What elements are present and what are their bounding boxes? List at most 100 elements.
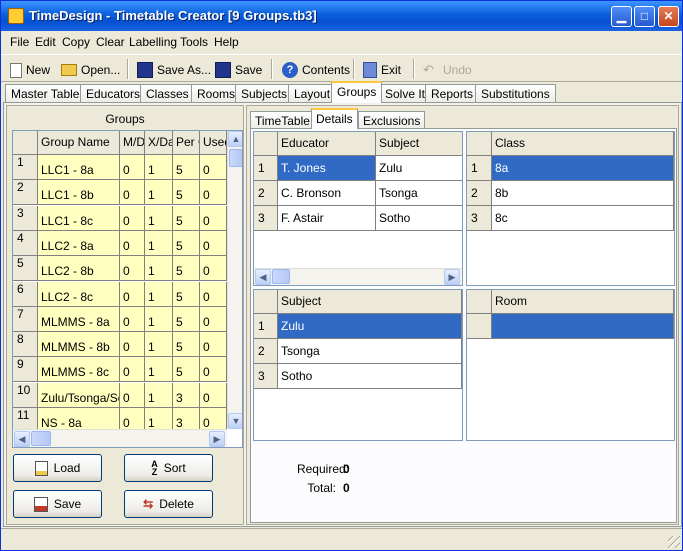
subject-cell[interactable]: Sotho xyxy=(376,206,462,231)
md-cell[interactable]: 0 xyxy=(120,180,145,206)
undo-button[interactable]: ↶ Undo xyxy=(423,60,472,80)
room-cell[interactable] xyxy=(492,314,674,339)
subject-cell[interactable]: Sotho xyxy=(278,364,462,389)
scroll-right-arrow-icon[interactable]: ▶ xyxy=(209,431,225,447)
md-cell[interactable]: 0 xyxy=(120,357,145,383)
scroll-left-arrow-icon[interactable]: ◀ xyxy=(255,269,271,285)
tab-substitutions[interactable]: Substitutions xyxy=(475,84,556,103)
subject-cell[interactable]: Zulu xyxy=(376,156,462,181)
save-groups-button[interactable]: Save xyxy=(13,490,102,518)
tab-solve-it[interactable]: Solve It xyxy=(379,84,432,103)
row-header[interactable]: 1 xyxy=(254,314,278,339)
used-cell[interactable]: 0 xyxy=(200,256,227,282)
per-cell[interactable]: 5 xyxy=(173,306,200,332)
xda-cell[interactable]: 1 xyxy=(145,256,173,282)
scroll-right-arrow-icon[interactable]: ▶ xyxy=(444,269,460,285)
col-per[interactable]: Per C xyxy=(173,131,200,155)
row-header[interactable]: 4 xyxy=(13,230,38,256)
group-name-cell[interactable]: LLC2 - 8b xyxy=(38,256,120,282)
xda-cell[interactable]: 1 xyxy=(145,357,173,383)
class-grid[interactable]: Class 1 8a 2 8b 3 8c xyxy=(466,131,675,286)
groups-horizontal-scrollbar[interactable]: ◀ ▶ xyxy=(13,429,227,447)
col-xda[interactable]: X/Da xyxy=(145,131,173,155)
groups-grid[interactable]: Group Name M/D X/Da Per C Used 1LLC1 - 8… xyxy=(12,130,243,448)
col-group-name[interactable]: Group Name xyxy=(38,131,120,155)
scroll-up-arrow-icon[interactable]: ▲ xyxy=(228,131,242,147)
per-cell[interactable]: 5 xyxy=(173,332,200,358)
used-cell[interactable]: 0 xyxy=(200,180,227,206)
xda-cell[interactable]: 1 xyxy=(145,155,173,180)
row-header[interactable]: 3 xyxy=(254,206,278,231)
row-header[interactable]: 3 xyxy=(13,205,38,231)
tab-layout[interactable]: Layout xyxy=(288,84,337,103)
scroll-thumb[interactable] xyxy=(272,269,290,284)
per-cell[interactable]: 5 xyxy=(173,256,200,282)
row-header[interactable]: 2 xyxy=(254,339,278,364)
group-name-cell[interactable]: LLC1 - 8c xyxy=(38,205,120,231)
group-name-cell[interactable]: LLC1 - 8a xyxy=(38,155,120,180)
educator-horizontal-scrollbar[interactable]: ◀ ▶ xyxy=(254,268,462,285)
row-header[interactable]: 5 xyxy=(13,256,38,282)
scroll-left-arrow-icon[interactable]: ◀ xyxy=(14,431,30,447)
per-cell[interactable]: 3 xyxy=(173,382,200,408)
save-as-button[interactable]: Save As... xyxy=(137,60,211,80)
md-cell[interactable]: 0 xyxy=(120,306,145,332)
subject-cell[interactable]: Tsonga xyxy=(376,181,462,206)
groups-vertical-scrollbar[interactable]: ▲ ▼ xyxy=(227,131,242,429)
per-cell[interactable]: 5 xyxy=(173,155,200,180)
per-cell[interactable]: 5 xyxy=(173,281,200,307)
used-cell[interactable]: 0 xyxy=(200,382,227,408)
scroll-thumb[interactable] xyxy=(229,149,242,167)
used-cell[interactable]: 0 xyxy=(200,306,227,332)
row-header[interactable]: 3 xyxy=(254,364,278,389)
educator-cell[interactable]: C. Bronson xyxy=(278,181,376,206)
xda-cell[interactable]: 1 xyxy=(145,382,173,408)
row-header[interactable] xyxy=(467,314,492,339)
md-cell[interactable]: 0 xyxy=(120,155,145,180)
used-cell[interactable]: 0 xyxy=(200,357,227,383)
load-button[interactable]: Load xyxy=(13,454,102,482)
row-header[interactable]: 6 xyxy=(13,281,38,307)
col-used[interactable]: Used xyxy=(200,131,227,155)
row-header[interactable]: 1 xyxy=(254,156,278,181)
per-cell[interactable]: 5 xyxy=(173,180,200,206)
xda-cell[interactable]: 1 xyxy=(145,230,173,256)
row-header[interactable]: 1 xyxy=(13,155,38,180)
used-cell[interactable]: 0 xyxy=(200,155,227,180)
educator-subject-grid[interactable]: Educator Subject 1 T. Jones Zulu 2 C. Bronso… xyxy=(253,131,463,286)
menu-tools[interactable]: Tools xyxy=(180,35,208,49)
subject-cell[interactable]: Zulu xyxy=(278,314,462,339)
col-room[interactable]: Room xyxy=(492,290,674,314)
subtab-timetable[interactable]: TimeTable xyxy=(250,111,315,129)
group-name-cell[interactable]: LLC1 - 8b xyxy=(38,180,120,206)
save-button[interactable]: Save xyxy=(215,60,262,80)
menu-edit[interactable]: Edit xyxy=(35,35,56,49)
room-grid[interactable]: Room xyxy=(466,289,675,441)
used-cell[interactable]: 0 xyxy=(200,205,227,231)
group-name-cell[interactable]: LLC2 - 8a xyxy=(38,230,120,256)
md-cell[interactable]: 0 xyxy=(120,332,145,358)
exit-button[interactable]: Exit xyxy=(363,60,401,80)
class-cell[interactable]: 8a xyxy=(492,156,674,181)
scroll-thumb[interactable] xyxy=(31,431,51,446)
md-cell[interactable]: 0 xyxy=(120,230,145,256)
col-educator[interactable]: Educator xyxy=(278,132,376,156)
contents-button[interactable]: ? Contents xyxy=(282,60,350,80)
educator-cell[interactable]: T. Jones xyxy=(278,156,376,181)
row-header[interactable]: 7 xyxy=(13,306,38,332)
md-cell[interactable]: 0 xyxy=(120,281,145,307)
menu-help[interactable]: Help xyxy=(214,35,239,49)
col-class[interactable]: Class xyxy=(492,132,674,156)
tab-educators[interactable]: Educators xyxy=(80,84,147,103)
class-cell[interactable]: 8c xyxy=(492,206,674,231)
group-name-cell[interactable]: LLC2 - 8c xyxy=(38,281,120,307)
open-button[interactable]: Open... xyxy=(61,60,120,80)
xda-cell[interactable]: 1 xyxy=(145,332,173,358)
xda-cell[interactable]: 1 xyxy=(145,205,173,231)
menu-clear[interactable]: Clear xyxy=(96,35,125,49)
scroll-down-arrow-icon[interactable]: ▼ xyxy=(228,413,242,429)
educator-cell[interactable]: F. Astair xyxy=(278,206,376,231)
col-subject[interactable]: Subject xyxy=(376,132,462,156)
tab-reports[interactable]: Reports xyxy=(425,84,480,103)
minimize-button[interactable]: ▁ xyxy=(611,6,632,27)
